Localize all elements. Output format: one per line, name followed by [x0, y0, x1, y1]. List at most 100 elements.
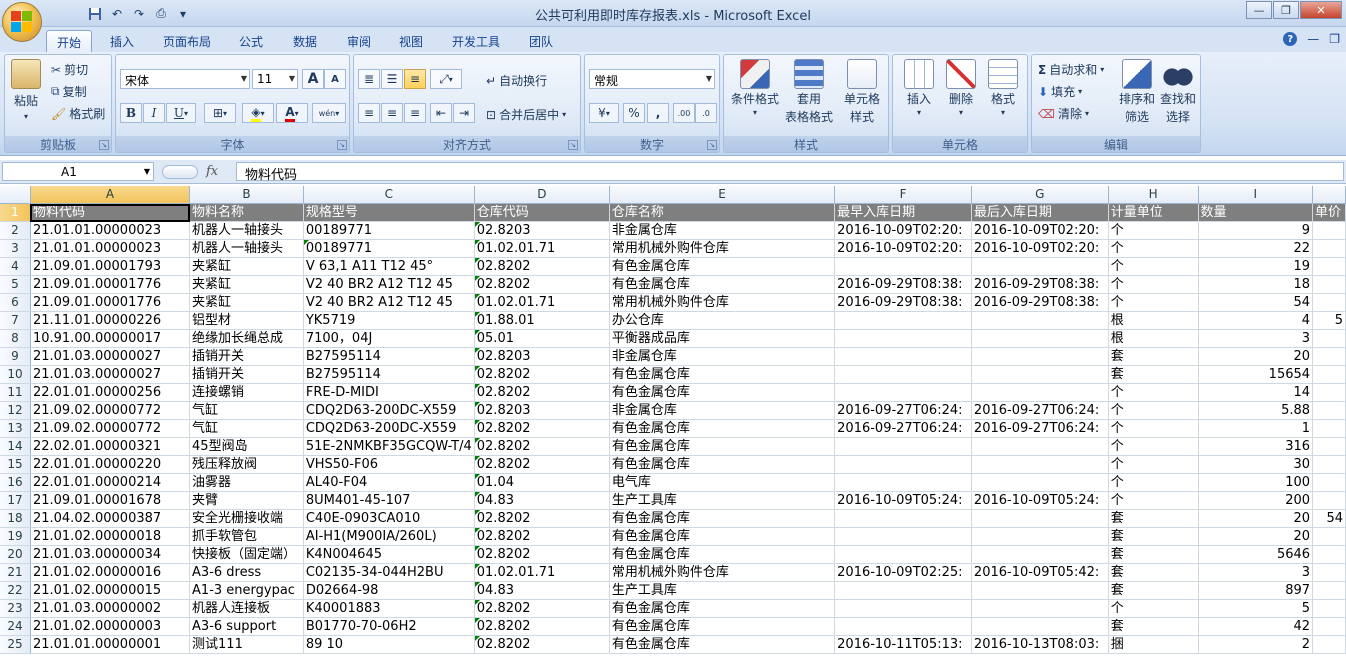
- font-name-combo[interactable]: 宋体 ▼: [120, 69, 250, 89]
- formula-bar-resize-handle[interactable]: [162, 164, 198, 179]
- cell[interactable]: 21.01.03.00000002: [30, 599, 191, 618]
- font-color-button[interactable]: A ▾: [276, 103, 308, 123]
- cell[interactable]: 有色金属仓库: [609, 455, 836, 474]
- cell[interactable]: [1312, 383, 1346, 402]
- italic-button[interactable]: I: [143, 103, 165, 123]
- cell[interactable]: 21.01.03.00000027: [30, 347, 191, 366]
- align-top-button[interactable]: ≣: [358, 69, 380, 89]
- cell[interactable]: [971, 329, 1109, 348]
- comma-button[interactable]: ,: [647, 103, 669, 123]
- cell[interactable]: 2016-09-29T08:38:: [971, 275, 1109, 294]
- cell[interactable]: VHS50-F06: [303, 455, 475, 474]
- cell[interactable]: 30: [1198, 455, 1314, 474]
- cell[interactable]: [1312, 257, 1346, 276]
- cell[interactable]: [1312, 545, 1346, 564]
- cell[interactable]: [1312, 491, 1346, 510]
- cell[interactable]: [834, 545, 972, 564]
- cell[interactable]: [1312, 437, 1346, 456]
- column-header[interactable]: G: [971, 186, 1109, 204]
- cell[interactable]: 21.09.02.00000772: [30, 401, 191, 420]
- cell[interactable]: 2016-10-13T08:03:: [971, 635, 1109, 654]
- cell[interactable]: 有色金属仓库: [609, 365, 836, 384]
- cell[interactable]: 10.91.00.00000017: [30, 329, 191, 348]
- cell[interactable]: [971, 311, 1109, 330]
- cell[interactable]: 计量单位: [1108, 203, 1199, 222]
- cell[interactable]: 2016-09-29T08:38:: [971, 293, 1109, 312]
- cell[interactable]: 01.04: [474, 473, 610, 492]
- column-header[interactable]: F: [834, 186, 972, 204]
- cell[interactable]: 夹臂: [189, 491, 304, 510]
- cell[interactable]: [1312, 419, 1346, 438]
- font-launcher-icon[interactable]: ↘: [337, 140, 347, 150]
- cell[interactable]: 机器人连接板: [189, 599, 304, 618]
- cell[interactable]: 02.8202: [474, 545, 610, 564]
- phonetic-button[interactable]: wén ▾: [312, 103, 346, 123]
- cell[interactable]: 04.83: [474, 581, 610, 600]
- cell[interactable]: 个: [1108, 293, 1199, 312]
- cell[interactable]: 套: [1108, 563, 1199, 582]
- cell[interactable]: 电气库: [609, 473, 836, 492]
- row-header[interactable]: 21: [0, 563, 31, 582]
- number-format-combo[interactable]: 常规 ▼: [589, 69, 715, 89]
- row-header[interactable]: 16: [0, 473, 31, 492]
- row-header[interactable]: 15: [0, 455, 31, 474]
- row-header[interactable]: 13: [0, 419, 31, 438]
- cell[interactable]: 套: [1108, 527, 1199, 546]
- column-header[interactable]: E: [609, 186, 836, 204]
- cell[interactable]: [1312, 239, 1346, 258]
- autosum-button[interactable]: Σ 自动求和 ▾: [1038, 61, 1104, 78]
- column-header[interactable]: [1312, 186, 1346, 204]
- cell-styles-button[interactable]: 单元格 样式: [838, 59, 886, 125]
- clear-button[interactable]: ⌫ 清除 ▾: [1038, 105, 1089, 122]
- formula-input[interactable]: 物料代码: [236, 162, 1344, 183]
- cell[interactable]: 个: [1108, 455, 1199, 474]
- cell[interactable]: 残压释放阀: [189, 455, 304, 474]
- cell[interactable]: 有色金属仓库: [609, 383, 836, 402]
- cell[interactable]: B27595114: [303, 347, 475, 366]
- cell[interactable]: 有色金属仓库: [609, 545, 836, 564]
- cell[interactable]: C40E-0903CA010: [303, 509, 475, 528]
- restore-button[interactable]: ❐: [1273, 1, 1299, 19]
- cell[interactable]: 机器人一轴接头: [189, 221, 304, 240]
- cell[interactable]: 常用机械外购件仓库: [609, 563, 836, 582]
- cell[interactable]: [834, 617, 972, 636]
- row-header[interactable]: 1: [0, 203, 31, 222]
- cell[interactable]: [1312, 293, 1346, 312]
- cell[interactable]: 1: [1198, 419, 1314, 438]
- cell[interactable]: 套: [1108, 617, 1199, 636]
- cell[interactable]: [834, 383, 972, 402]
- cell[interactable]: [834, 347, 972, 366]
- cell[interactable]: [971, 545, 1109, 564]
- cell[interactable]: 200: [1198, 491, 1314, 510]
- cell[interactable]: CDQ2D63-200DC-X559: [303, 401, 475, 420]
- cell[interactable]: 7100，04J: [303, 329, 475, 348]
- cell[interactable]: 安全光栅接收端: [189, 509, 304, 528]
- cell[interactable]: 套: [1108, 545, 1199, 564]
- cell[interactable]: [834, 329, 972, 348]
- cell[interactable]: 02.8202: [474, 383, 610, 402]
- cell[interactable]: 套: [1108, 581, 1199, 600]
- cell[interactable]: 2016-10-09T02:20:: [971, 239, 1109, 258]
- align-right-button[interactable]: ≡: [404, 103, 426, 123]
- cell[interactable]: [834, 311, 972, 330]
- grow-font-button[interactable]: A: [302, 69, 324, 89]
- align-left-button[interactable]: ≡: [358, 103, 380, 123]
- percent-button[interactable]: %: [623, 103, 645, 123]
- cell[interactable]: 2016-09-27T06:24:: [834, 401, 972, 420]
- cell[interactable]: 02.8203: [474, 401, 610, 420]
- cell[interactable]: 2: [1198, 635, 1314, 654]
- cell[interactable]: 02.8202: [474, 365, 610, 384]
- insert-cells-button[interactable]: 插入 ▾: [899, 59, 939, 117]
- row-header[interactable]: 4: [0, 257, 31, 276]
- cell[interactable]: [1312, 599, 1346, 618]
- cell[interactable]: 2016-09-29T08:38:: [834, 293, 972, 312]
- tab-team[interactable]: 团队: [518, 30, 564, 52]
- cell[interactable]: YK5719: [303, 311, 475, 330]
- find-select-button[interactable]: 查找和 选择: [1158, 59, 1198, 125]
- cell[interactable]: 油雾器: [189, 473, 304, 492]
- cell[interactable]: 5646: [1198, 545, 1314, 564]
- cell[interactable]: 插销开关: [189, 365, 304, 384]
- cell[interactable]: 02.8202: [474, 509, 610, 528]
- align-bottom-button[interactable]: ≡: [404, 69, 426, 89]
- cell[interactable]: 有色金属仓库: [609, 635, 836, 654]
